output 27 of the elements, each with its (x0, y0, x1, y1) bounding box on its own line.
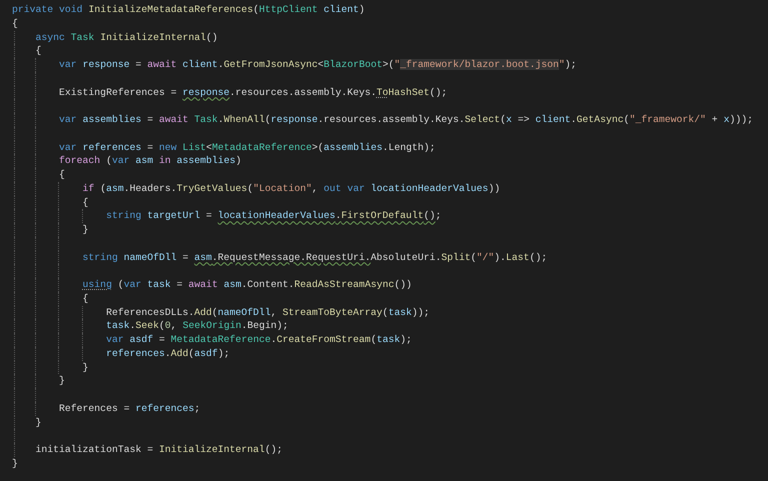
code-line: var asdf = MetadataReference.CreateFromStream(task); (106, 333, 412, 347)
code-line: ExistingReferences = response.resources.assembly.Keys.ToHashSet(); (59, 86, 448, 100)
code-line: { (36, 44, 42, 58)
code-line: using (var task = await asm.Content.ReadAsStreamAsync()) (82, 278, 412, 292)
code-line: } (12, 456, 18, 470)
code-line: var assemblies = await Task.WhenAll(response.resources.assembly.Keys.Select(x => client.GetAsync("_framework/" + x))); (59, 113, 753, 127)
code-line: { (82, 292, 88, 306)
code-line: string targetUrl = locationHeaderValues.FirstOrDefault(); (106, 209, 442, 223)
code-line: async Task InitializeInternal() (36, 30, 218, 44)
code-line: references.Add(asdf); (106, 346, 230, 360)
code-line: References = references; (59, 402, 200, 416)
code-line: var response = await client.GetFromJsonAsync<BlazorBoot>("_framework/blazor.boot.json"); (59, 58, 577, 72)
code-line: string nameOfDll = asm.RequestMessage.RequestUri.AbsoluteUri.Split("/").Last(); (82, 250, 548, 264)
code-line: if (asm.Headers.TryGetValues("Location", out var locationHeaderValues)) (82, 182, 500, 196)
code-line: } (82, 360, 88, 374)
code-line: task.Seek(0, SeekOrigin.Begin); (106, 319, 288, 333)
code-line: } (36, 416, 42, 430)
code-line: var references = new List<MetadataReference>(assemblies.Length); (59, 140, 436, 154)
code-line: } (59, 374, 65, 388)
code-line: foreach (var asm in assemblies) (59, 154, 242, 168)
code-line: ReferencesDLLs.Add(nameOfDll, StreamToByteArray(task)); (106, 306, 430, 320)
code-line: initializationTask = InitializeInternal(); (36, 443, 282, 457)
code-line: { (12, 16, 18, 30)
code-line: private void InitializeMetadataReferences(HttpClient client) (12, 3, 365, 17)
code-line: { (82, 196, 88, 210)
code-line: { (59, 168, 65, 182)
code-line: } (82, 223, 88, 237)
